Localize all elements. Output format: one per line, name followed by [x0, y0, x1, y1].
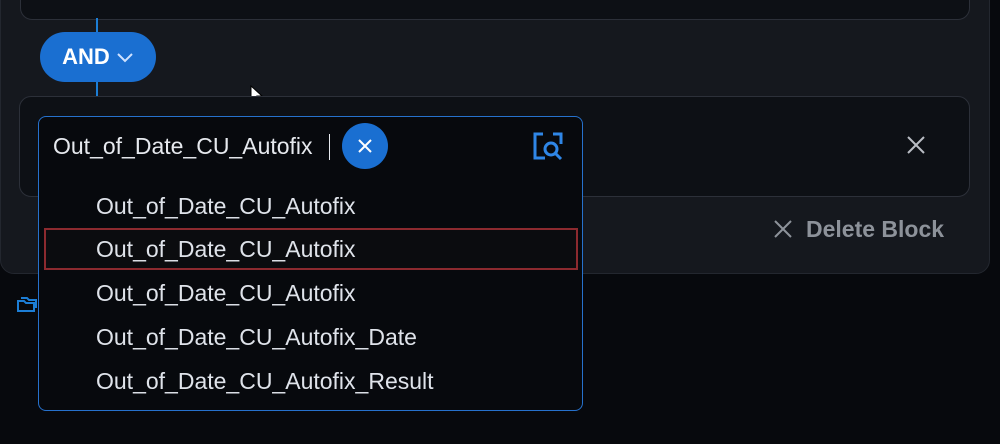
dropdown-option[interactable]: Out_of_Date_CU_Autofix_Result [44, 360, 578, 402]
dropdown-option[interactable]: Out_of_Date_CU_Autofix [44, 185, 578, 227]
logic-operator-dropdown[interactable]: AND [40, 32, 156, 82]
search-icon[interactable] [531, 130, 565, 164]
dropdown-option[interactable]: Out_of_Date_CU_Autofix_Date [44, 316, 578, 358]
dropdown-option-highlighted[interactable]: Out_of_Date_CU_Autofix [44, 228, 578, 270]
chevron-down-icon [117, 53, 133, 63]
delete-block-label: Delete Block [806, 215, 945, 242]
delete-block-button[interactable]: Delete Block [772, 214, 944, 244]
remove-condition-icon[interactable] [904, 133, 928, 157]
close-icon [358, 139, 372, 153]
connector-line-bottom [96, 82, 98, 96]
value-search-input[interactable]: Out_of_Date_CU_Autofix [53, 132, 313, 160]
clear-value-button[interactable] [342, 123, 388, 169]
close-icon [774, 220, 792, 238]
dropdown-option[interactable]: Out_of_Date_CU_Autofix [44, 272, 578, 314]
connector-line-top [96, 18, 98, 32]
logic-operator-label: AND [62, 44, 110, 69]
previous-condition-block [20, 0, 970, 20]
text-caret [329, 134, 330, 160]
folder-icon[interactable] [16, 296, 38, 314]
